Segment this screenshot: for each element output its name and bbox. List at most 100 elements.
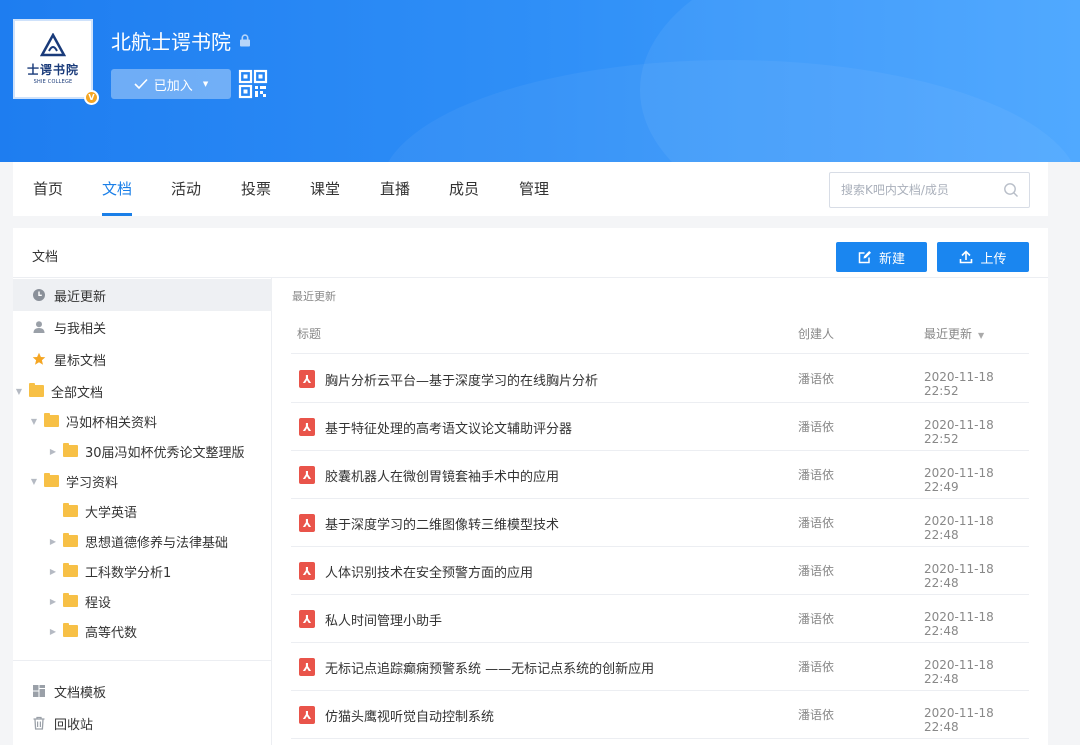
tab-votes[interactable]: 投票 — [241, 162, 271, 216]
tree-item-label: 程设 — [85, 595, 112, 611]
document-title[interactable]: 仿猫头鹰视听觉自动控制系统 — [325, 706, 494, 725]
group-header-banner: 士谔书院 SHIE COLLEGE V 北航士谔书院 已加入 ▼ — [0, 0, 1080, 162]
document-title[interactable]: 基于深度学习的二维图像转三维模型技术 — [325, 514, 559, 533]
user-icon — [33, 321, 45, 333]
tab-home[interactable]: 首页 — [33, 162, 63, 216]
new-document-button[interactable]: 新建 — [836, 242, 927, 272]
qr-code-icon[interactable] — [238, 69, 268, 99]
sidebar-item-trash[interactable]: 回收站 — [13, 707, 272, 739]
sidebar-item-starred[interactable]: 星标文档 — [13, 343, 272, 375]
tree-item-label: 工科数学分析1 — [85, 565, 172, 581]
group-logo[interactable]: 士谔书院 SHIE COLLEGE — [13, 19, 93, 99]
tree-item-all-documents[interactable]: ▼ 全部文档 — [13, 375, 272, 407]
tab-manage[interactable]: 管理 — [519, 162, 549, 216]
upload-icon — [960, 250, 973, 264]
document-author: 潘语依 — [798, 372, 835, 386]
joined-dropdown-button[interactable]: 已加入 ▼ — [111, 69, 231, 99]
pdf-icon: ⅄ — [299, 466, 315, 484]
expand-arrow-icon[interactable]: ▼ — [30, 477, 38, 486]
college-logo-icon — [40, 33, 66, 57]
folder-icon — [44, 473, 59, 487]
document-title[interactable]: 私人时间管理小助手 — [325, 610, 442, 629]
table-row[interactable]: ⅄ 无标记点追踪癫痫预警系统 ——无标记点系统的创新应用 潘语依 2020-11… — [291, 643, 1029, 691]
sidebar-item-templates[interactable]: 文档模板 — [13, 675, 272, 707]
collapse-arrow-icon[interactable]: ▶ — [49, 597, 57, 606]
search-placeholder: 搜索K吧内文档/成员 — [841, 183, 949, 197]
sidebar-item-label: 与我相关 — [54, 321, 107, 337]
document-author: 潘语依 — [798, 660, 835, 674]
document-author: 潘语依 — [798, 420, 835, 434]
document-title[interactable]: 无标记点追踪癫痫预警系统 ——无标记点系统的创新应用 — [325, 658, 654, 677]
table-row[interactable]: ⅄ 基于深度学习的二维图像转三维模型技术 潘语依 2020-11-18 22:4… — [291, 499, 1029, 547]
panel-title: 文档 — [32, 250, 59, 265]
tree-item-programming[interactable]: ▶ 程设 — [13, 585, 272, 617]
collapse-arrow-icon[interactable]: ▶ — [49, 627, 57, 636]
tree-item-math-analysis[interactable]: ▶ 工科数学分析1 — [13, 555, 272, 587]
pdf-icon: ⅄ — [299, 706, 315, 724]
table-row[interactable]: ⅄ 基于特征处理的高考语文议论文辅助评分器 潘语依 2020-11-18 22:… — [291, 403, 1029, 451]
table-row[interactable]: ⅄ 人体识别技术在安全预警方面的应用 潘语依 2020-11-18 22:48 — [291, 547, 1029, 595]
tab-documents[interactable]: 文档 — [102, 162, 133, 216]
tree-item-label: 高等代数 — [85, 625, 138, 641]
check-icon — [134, 78, 148, 90]
expand-arrow-icon[interactable]: ▼ — [30, 417, 38, 426]
document-updated: 2020-11-18 22:48 — [924, 562, 994, 590]
column-header-author: 创建人 — [798, 327, 835, 341]
tab-classroom[interactable]: 课堂 — [310, 162, 340, 216]
expand-arrow-icon[interactable]: ▼ — [15, 387, 23, 396]
documents-panel-header: 文档 新建 上传 — [13, 228, 1048, 278]
table-row[interactable]: ⅄ 胸片分析云平台—基于深度学习的在线胸片分析 潘语依 2020-11-18 2… — [291, 355, 1029, 403]
upload-button-label: 上传 — [980, 251, 1007, 267]
new-button-label: 新建 — [878, 251, 905, 267]
upload-button[interactable]: 上传 — [937, 242, 1029, 272]
folder-icon — [63, 443, 78, 457]
document-updated: 2020-11-18 22:48 — [924, 706, 994, 734]
table-row[interactable]: ⅄ 私人时间管理小助手 潘语依 2020-11-18 22:48 — [291, 595, 1029, 643]
tree-item-label: 学习资料 — [66, 475, 119, 491]
sort-down-icon[interactable]: ▼ — [978, 331, 984, 340]
edit-icon — [858, 251, 871, 264]
group-name-text: 北航士谔书院 — [111, 30, 231, 54]
document-author: 潘语依 — [798, 708, 835, 722]
document-title[interactable]: 人体识别技术在安全预警方面的应用 — [325, 562, 533, 581]
pdf-icon: ⅄ — [299, 658, 315, 676]
table-row[interactable]: ⅄ 胶囊机器人在微创胃镜套袖手术中的应用 潘语依 2020-11-18 22:4… — [291, 451, 1029, 499]
sidebar-item-recent[interactable]: 最近更新 — [13, 279, 272, 311]
table-row[interactable]: ⅄ 仿猫头鹰视听觉自动控制系统 潘语依 2020-11-18 22:48 — [291, 691, 1029, 739]
tree-item-study-materials[interactable]: ▼ 学习资料 — [13, 465, 272, 497]
collapse-arrow-icon[interactable]: ▶ — [49, 567, 57, 576]
tab-live[interactable]: 直播 — [380, 162, 410, 216]
document-author: 潘语依 — [798, 612, 835, 626]
tree-item-college-english[interactable]: 大学英语 — [13, 495, 272, 527]
template-icon — [33, 685, 45, 697]
list-caption: 最近更新 — [292, 290, 336, 303]
folder-icon — [44, 413, 59, 427]
tab-activities[interactable]: 活动 — [171, 162, 201, 216]
caret-down-icon: ▼ — [202, 80, 209, 88]
search-icon[interactable] — [1003, 182, 1019, 198]
sidebar-item-label: 回收站 — [54, 717, 94, 733]
collapse-arrow-icon[interactable]: ▶ — [49, 537, 57, 546]
tree-item-linear-algebra[interactable]: ▶ 高等代数 — [13, 615, 272, 647]
document-title[interactable]: 胶囊机器人在微创胃镜套袖手术中的应用 — [325, 466, 559, 485]
logo-subtext: SHIE COLLEGE — [33, 79, 73, 85]
tree-item-fengru-materials[interactable]: ▼ 冯如杯相关资料 — [13, 405, 272, 437]
lock-icon — [240, 34, 250, 47]
tab-members[interactable]: 成员 — [449, 162, 479, 216]
sidebar-divider — [13, 660, 272, 661]
sidebar-item-related[interactable]: 与我相关 — [13, 311, 272, 343]
folder-icon — [63, 593, 78, 607]
list-header: 标题 创建人 最近更新 ▼ — [291, 318, 1029, 354]
tree-item-fengru-papers[interactable]: ▶ 30届冯如杯优秀论文整理版 — [13, 435, 272, 467]
document-title[interactable]: 基于特征处理的高考语文议论文辅助评分器 — [325, 418, 572, 437]
document-title[interactable]: 胸片分析云平台—基于深度学习的在线胸片分析 — [325, 370, 598, 389]
document-updated: 2020-11-18 22:49 — [924, 466, 994, 494]
folder-icon — [63, 533, 78, 547]
column-header-updated[interactable]: 最近更新 ▼ — [924, 325, 984, 342]
search-input[interactable]: 搜索K吧内文档/成员 — [829, 172, 1030, 208]
collapse-arrow-icon[interactable]: ▶ — [49, 447, 57, 456]
pdf-icon: ⅄ — [299, 514, 315, 532]
document-updated: 2020-11-18 22:48 — [924, 610, 994, 638]
document-updated: 2020-11-18 22:48 — [924, 658, 994, 686]
tree-item-ethics-law[interactable]: ▶ 思想道德修养与法律基础 — [13, 525, 272, 557]
